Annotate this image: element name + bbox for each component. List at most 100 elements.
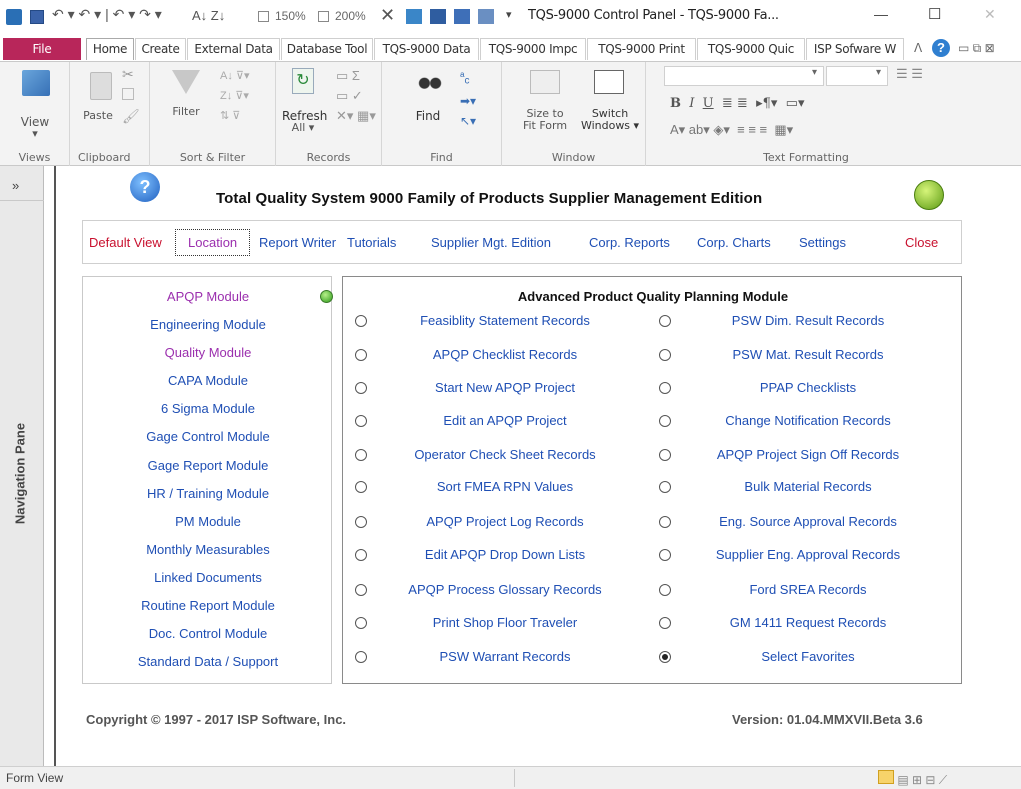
zoom-150-checkbox[interactable] bbox=[258, 11, 269, 22]
right-radio-5[interactable] bbox=[659, 481, 671, 493]
find-button[interactable]: Find bbox=[408, 110, 448, 122]
left-radio-8[interactable] bbox=[355, 584, 367, 596]
views-dropdown-icon[interactable]: ▾ bbox=[6, 128, 64, 140]
maximize-button[interactable]: ☐ bbox=[928, 5, 941, 23]
left-record-link[interactable]: APQP Checklist Records bbox=[385, 347, 625, 362]
module-apqp[interactable]: APQP Module bbox=[83, 289, 333, 304]
left-record-link[interactable]: Sort FMEA RPN Values bbox=[385, 479, 625, 494]
right-radio-0[interactable] bbox=[659, 315, 671, 327]
paste-button[interactable]: Paste bbox=[78, 110, 118, 122]
menu-location[interactable]: Location bbox=[175, 229, 251, 256]
tab-file[interactable]: File bbox=[3, 38, 81, 60]
color-align-icons[interactable]: A▾ ab▾ ◈▾ ≡ ≡ ≡ ▦▾ bbox=[670, 122, 793, 138]
records-icons[interactable]: ▭ Σ ▭ ✓ ✕▾ ▦▾ bbox=[336, 66, 376, 126]
module-capa[interactable]: CAPA Module bbox=[83, 373, 333, 388]
left-radio-6[interactable] bbox=[355, 516, 367, 528]
left-record-link[interactable]: PSW Warrant Records bbox=[385, 649, 625, 664]
right-radio-6[interactable] bbox=[659, 516, 671, 528]
left-record-link[interactable]: Start New APQP Project bbox=[385, 380, 625, 395]
menu-supplier-mgt-edition[interactable]: Supplier Mgt. Edition bbox=[431, 235, 551, 250]
notes-icon[interactable] bbox=[914, 180, 944, 210]
module-routine-report[interactable]: Routine Report Module bbox=[83, 598, 333, 613]
tab-tqs-import[interactable]: TQS-9000 Impc bbox=[480, 38, 586, 60]
menu-report-writer[interactable]: Report Writer bbox=[259, 235, 336, 250]
menu-corp-reports[interactable]: Corp. Reports bbox=[589, 235, 670, 250]
tab-isp-software[interactable]: ISP Sofware W bbox=[806, 38, 904, 60]
left-record-link[interactable]: Operator Check Sheet Records bbox=[385, 447, 625, 462]
zoom-200-checkbox[interactable] bbox=[318, 11, 329, 22]
right-record-link[interactable]: Ford SREA Records bbox=[683, 582, 933, 597]
copy-icon[interactable] bbox=[122, 88, 134, 100]
left-record-link[interactable]: Edit APQP Drop Down Lists bbox=[385, 547, 625, 562]
left-record-link[interactable]: Print Shop Floor Traveler bbox=[385, 615, 625, 630]
format-painter-icon[interactable]: 🖌 bbox=[122, 108, 140, 125]
right-radio-8[interactable] bbox=[659, 584, 671, 596]
right-radio-4[interactable] bbox=[659, 449, 671, 461]
right-record-link[interactable]: Eng. Source Approval Records bbox=[683, 514, 933, 529]
right-radio-1[interactable] bbox=[659, 349, 671, 361]
left-radio-7[interactable] bbox=[355, 549, 367, 561]
tab-home[interactable]: Home bbox=[86, 38, 134, 60]
list-icons[interactable]: ☰ ☰ bbox=[896, 66, 923, 82]
right-radio-9[interactable] bbox=[659, 617, 671, 629]
module-standard-data-support[interactable]: Standard Data / Support bbox=[83, 654, 333, 669]
left-record-link[interactable]: Edit an APQP Project bbox=[385, 413, 625, 428]
left-radio-0[interactable] bbox=[355, 315, 367, 327]
left-record-link[interactable]: APQP Project Log Records bbox=[385, 514, 625, 529]
module-6-sigma[interactable]: 6 Sigma Module bbox=[83, 401, 333, 416]
right-radio-2[interactable] bbox=[659, 382, 671, 394]
module-pm[interactable]: PM Module bbox=[83, 514, 333, 529]
font-size-select[interactable]: ▾ bbox=[826, 66, 888, 86]
restore-down-icon[interactable]: ▭ ⧉ ⊠ bbox=[958, 41, 995, 56]
qat-dropdown-icon[interactable]: ▾ bbox=[506, 8, 512, 21]
module-hr-training[interactable]: HR / Training Module bbox=[83, 486, 333, 501]
cut-icon[interactable]: ✂ bbox=[122, 66, 134, 83]
tab-tqs-data[interactable]: TQS-9000 Data bbox=[374, 38, 479, 60]
module-gage-control[interactable]: Gage Control Module bbox=[83, 429, 333, 444]
tab-external-data[interactable]: External Data bbox=[187, 38, 280, 60]
module-doc-control[interactable]: Doc. Control Module bbox=[83, 626, 333, 641]
left-radio-10[interactable] bbox=[355, 651, 367, 663]
tab-create[interactable]: Create bbox=[135, 38, 186, 60]
right-record-link[interactable]: Bulk Material Records bbox=[683, 479, 933, 494]
left-radio-5[interactable] bbox=[355, 481, 367, 493]
size-to-fit-button[interactable]: Size to Fit Form bbox=[516, 108, 574, 132]
view-switcher-icons[interactable]: ▤ ⊞ ⊟ ⟋ bbox=[878, 770, 947, 788]
tab-tqs-print[interactable]: TQS-9000 Print bbox=[587, 38, 696, 60]
right-record-link[interactable]: PPAP Checklists bbox=[683, 380, 933, 395]
left-radio-2[interactable] bbox=[355, 382, 367, 394]
menu-default-view[interactable]: Default View bbox=[89, 235, 162, 250]
left-record-link[interactable]: APQP Process Glossary Records bbox=[385, 582, 625, 597]
module-linked-documents[interactable]: Linked Documents bbox=[83, 570, 333, 585]
left-radio-4[interactable] bbox=[355, 449, 367, 461]
filter-button[interactable]: Filter bbox=[166, 106, 206, 118]
minimize-ribbon-icon[interactable]: ᐱ bbox=[914, 41, 922, 55]
switch-windows-button[interactable]: Switch Windows ▾ bbox=[578, 108, 642, 132]
right-record-link[interactable]: GM 1411 Request Records bbox=[683, 615, 933, 630]
sort-icons[interactable]: A↓ ⊽▾ Z↓ ⊽▾ ⇅ ⊽ bbox=[220, 66, 249, 126]
app-icon[interactable] bbox=[6, 9, 22, 25]
module-engineering[interactable]: Engineering Module bbox=[83, 317, 333, 332]
right-radio-7[interactable] bbox=[659, 549, 671, 561]
left-record-link[interactable]: Feasiblity Statement Records bbox=[385, 313, 625, 328]
right-record-link[interactable]: Supplier Eng. Approval Records bbox=[683, 547, 933, 562]
delete-icon[interactable]: ✕ bbox=[380, 5, 395, 26]
nav-pane-toggle[interactable]: » bbox=[12, 178, 19, 193]
right-radio-3[interactable] bbox=[659, 415, 671, 427]
navigation-pane[interactable]: » Navigation Pane bbox=[0, 166, 44, 766]
right-record-link[interactable]: APQP Project Sign Off Records bbox=[683, 447, 933, 462]
form-view-icon[interactable] bbox=[878, 770, 894, 784]
right-radio-10[interactable] bbox=[659, 651, 671, 663]
tab-database-tools[interactable]: Database Tool bbox=[281, 38, 373, 60]
replace-goto-select-icons[interactable]: ᵃc ➡▾ ↖▾ bbox=[460, 66, 476, 131]
menu-close[interactable]: Close bbox=[905, 235, 938, 250]
right-record-link[interactable]: Select Favorites bbox=[683, 649, 933, 664]
qat-tools-icons[interactable] bbox=[406, 9, 498, 24]
close-window-button[interactable]: ✕ bbox=[984, 6, 996, 23]
bold-italic-underline-icons[interactable]: B I U ≣ ≣ ▸¶▾ ▭▾ bbox=[670, 96, 804, 111]
module-monthly-measurables[interactable]: Monthly Measurables bbox=[83, 542, 333, 557]
menu-tutorials[interactable]: Tutorials bbox=[347, 235, 396, 250]
font-name-select[interactable]: ▾ bbox=[664, 66, 824, 86]
left-radio-1[interactable] bbox=[355, 349, 367, 361]
sort-ascending-icon[interactable]: A↓ Z↓ bbox=[192, 8, 225, 23]
